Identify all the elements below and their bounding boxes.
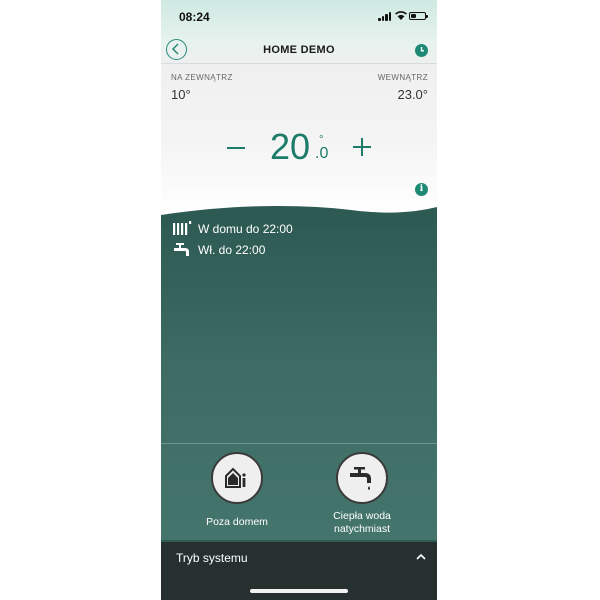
inside-label: WEWNĄTRZ bbox=[377, 73, 428, 82]
divider bbox=[161, 443, 437, 444]
wifi-icon bbox=[395, 11, 407, 20]
battery-icon bbox=[409, 12, 428, 20]
climate-panel: 08:24 HOME DEMO NA ZEWNĄTRZ 10° WEWNĄTRZ… bbox=[161, 0, 437, 215]
outside-temperature: 10° bbox=[171, 87, 191, 102]
outside-label: NA ZEWNĄTRZ bbox=[171, 73, 233, 82]
phone-screen: 08:24 HOME DEMO NA ZEWNĄTRZ 10° WEWNĄTRZ… bbox=[161, 0, 437, 600]
hot-water-status-text: Wł. do 22:00 bbox=[198, 243, 266, 257]
instant-hot-water-label-line2: natychmiast bbox=[333, 523, 391, 535]
home-indicator[interactable] bbox=[250, 589, 348, 593]
page-title: HOME DEMO bbox=[263, 44, 335, 56]
setpoint-decimal: .0 bbox=[315, 145, 329, 162]
radiator-icon bbox=[173, 221, 192, 235]
system-mode-label: Tryb systemu bbox=[176, 551, 248, 565]
heating-status-text: W domu do 22:00 bbox=[198, 222, 293, 236]
chevron-up-icon[interactable] bbox=[416, 553, 426, 560]
increase-temperature-button[interactable] bbox=[353, 138, 371, 156]
status-bar: 08:24 bbox=[161, 0, 437, 34]
nav-bar: HOME DEMO bbox=[161, 36, 437, 64]
inside-temperature: 23.0° bbox=[397, 87, 428, 102]
decrease-temperature-button[interactable] bbox=[227, 132, 245, 160]
signal-icon bbox=[378, 12, 392, 21]
setpoint-value: 20 bbox=[270, 126, 311, 167]
away-home-button[interactable] bbox=[211, 452, 263, 504]
status-time: 08:24 bbox=[179, 10, 210, 24]
schedule-clock-icon[interactable] bbox=[415, 44, 428, 57]
status-panel bbox=[161, 215, 437, 540]
instant-hot-water-label-line1: Ciepła woda bbox=[333, 510, 391, 522]
away-home-label: Poza domem bbox=[206, 516, 268, 528]
tap-icon bbox=[174, 243, 189, 256]
away-home-icon bbox=[225, 467, 246, 488]
info-icon[interactable]: i bbox=[415, 183, 428, 196]
instant-hot-water-button[interactable] bbox=[336, 452, 388, 504]
hot-water-tap-icon bbox=[350, 467, 371, 490]
instant-hot-water-label: Ciepła woda natychmiast bbox=[312, 510, 412, 536]
